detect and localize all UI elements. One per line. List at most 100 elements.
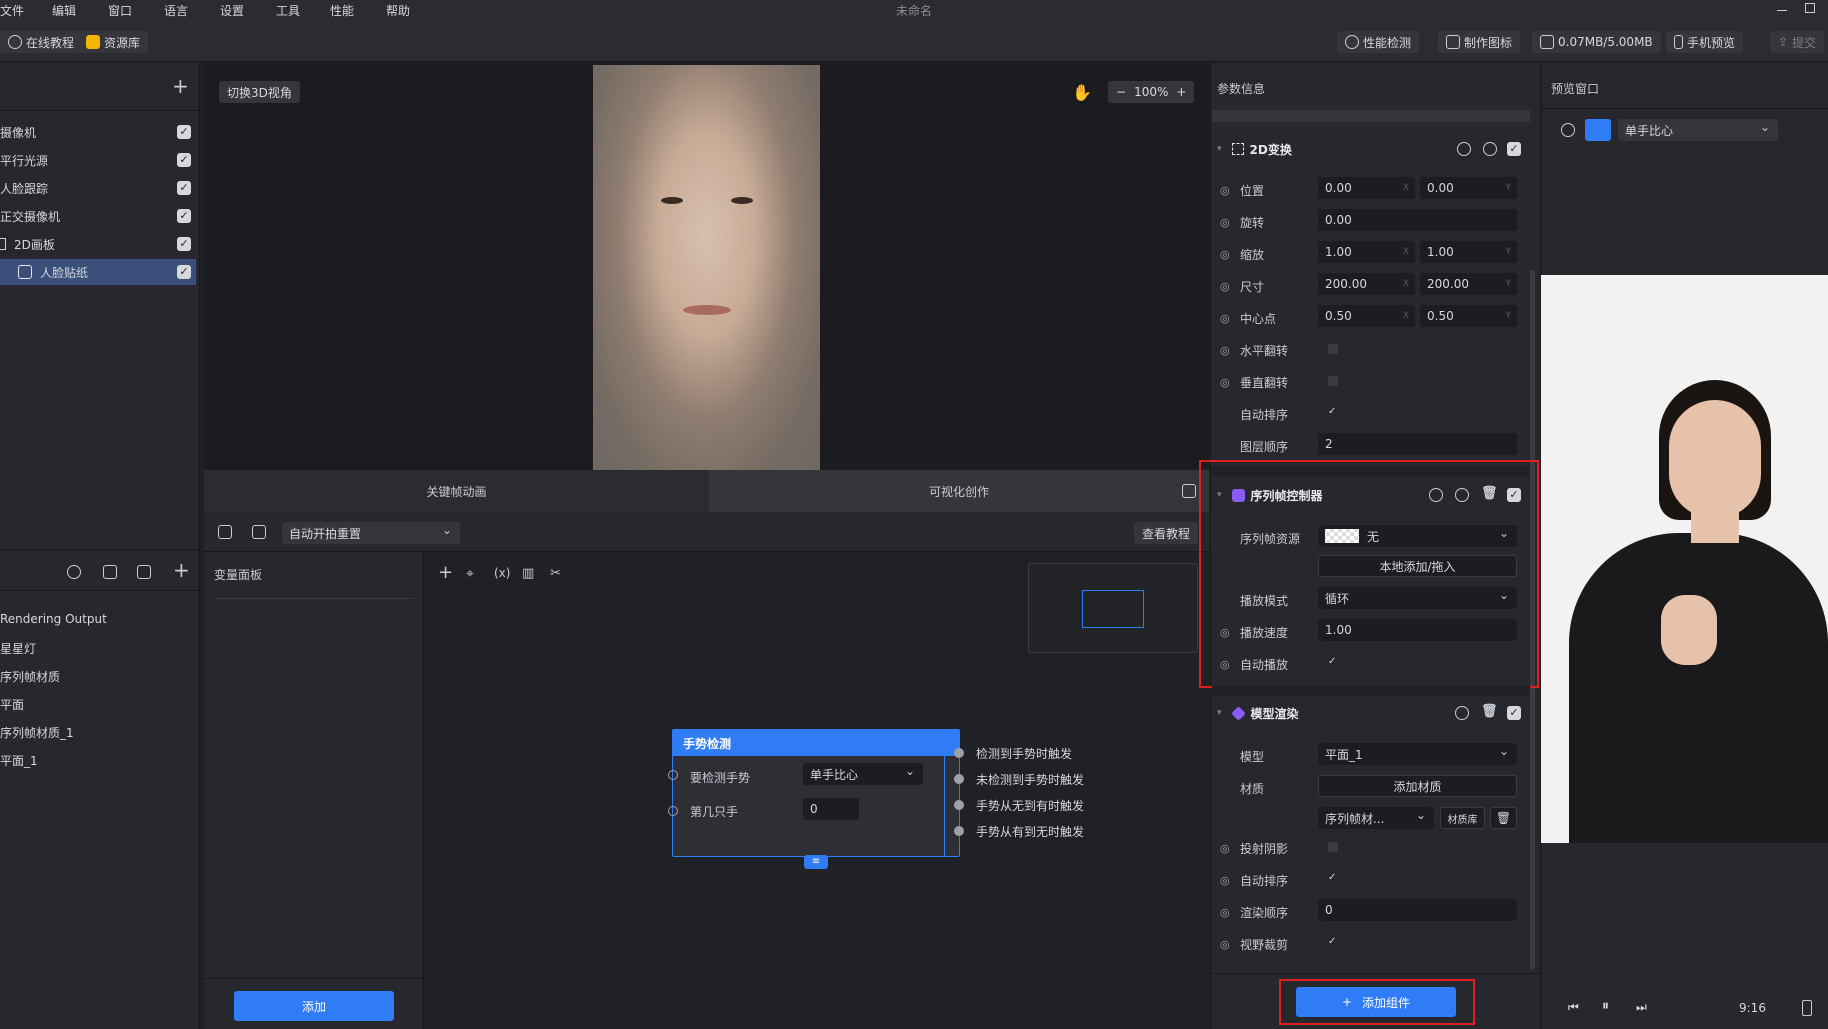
enable-checkbox[interactable]: ✓ xyxy=(1507,142,1521,156)
scale-y-input[interactable]: 1.00 Y xyxy=(1420,241,1517,263)
asset-item[interactable]: 序列帧材质 xyxy=(0,668,60,685)
keyframe-icon[interactable]: ◎ xyxy=(1220,280,1230,293)
node-menu-icon[interactable]: ≡ xyxy=(804,855,828,869)
asset-item[interactable]: Rendering Output xyxy=(0,612,107,626)
pivot-x-input[interactable]: 0.50 X xyxy=(1318,305,1415,327)
aspect-ratio-select[interactable]: 9:16 xyxy=(1739,1001,1766,1015)
keyframe-icon[interactable]: ◎ xyxy=(1220,842,1230,855)
view-tutorial-button[interactable]: 查看教程 xyxy=(1134,522,1199,544)
autosort-checkbox[interactable]: ✓ xyxy=(1328,406,1336,417)
settings-icon[interactable] xyxy=(1455,706,1469,720)
video-mode-icon[interactable] xyxy=(1585,119,1611,141)
asset-item[interactable]: 平面_1 xyxy=(0,752,38,769)
enable-checkbox[interactable]: ✓ xyxy=(1507,706,1521,720)
material-library-button[interactable]: 材质库 xyxy=(1440,807,1485,829)
keyframe-icon[interactable]: ◎ xyxy=(1220,376,1230,389)
popout-icon[interactable] xyxy=(1182,484,1196,498)
zoom-control[interactable]: − 100% + xyxy=(1108,81,1195,103)
device-icon[interactable] xyxy=(1802,1000,1812,1016)
input-port[interactable] xyxy=(668,770,678,780)
keyframe-icon[interactable]: ◎ xyxy=(1220,248,1230,261)
keyframe-icon[interactable]: ◎ xyxy=(1220,344,1230,357)
minimap-viewport[interactable] xyxy=(1082,590,1144,628)
input-port[interactable] xyxy=(668,806,678,816)
rotation-input[interactable]: 0.00 xyxy=(1318,209,1517,231)
delete-icon[interactable]: 🗑 xyxy=(1481,704,1498,719)
output-port[interactable] xyxy=(954,826,964,836)
help-icon[interactable] xyxy=(1457,142,1471,156)
add-asset-icon[interactable]: + xyxy=(173,560,190,580)
hflip-checkbox[interactable] xyxy=(1328,344,1338,354)
gesture-select[interactable]: 单手比心 xyxy=(803,763,923,785)
keyframe-icon[interactable]: ◎ xyxy=(1220,906,1230,919)
hand-index-input[interactable]: 0 xyxy=(803,798,859,820)
vflip-checkbox[interactable] xyxy=(1328,376,1338,386)
hierarchy-item-camera[interactable]: 摄像机 ✓ xyxy=(0,119,196,145)
keyframe-icon[interactable]: ◎ xyxy=(1220,938,1230,951)
cast-shadow-checkbox[interactable] xyxy=(1328,842,1338,852)
culling-checkbox[interactable]: ✓ xyxy=(1328,936,1336,947)
phone-preview-button[interactable]: 手机预览 xyxy=(1666,31,1744,53)
hand-tool-icon[interactable]: ✋ xyxy=(1072,83,1092,102)
position-x-input[interactable]: 0.00 X xyxy=(1318,177,1415,199)
visibility-checkbox[interactable]: ✓ xyxy=(177,153,191,167)
pause-icon[interactable]: ⏸ xyxy=(1602,998,1609,1014)
asset-item[interactable]: 星星灯 xyxy=(0,640,36,657)
scale-x-input[interactable]: 1.00 X xyxy=(1318,241,1415,263)
visibility-checkbox[interactable]: ✓ xyxy=(177,209,191,223)
hierarchy-item-face-track[interactable]: 人脸跟踪 ✓ xyxy=(0,175,196,201)
visibility-checkbox[interactable]: ✓ xyxy=(177,237,191,251)
visibility-checkbox[interactable]: ✓ xyxy=(177,265,191,279)
keyframe-icon[interactable]: ◎ xyxy=(1220,312,1230,325)
add-node-icon[interactable]: + xyxy=(438,564,453,582)
make-icon-button[interactable]: 制作图标 xyxy=(1438,31,1521,53)
hierarchy-item-ortho-camera[interactable]: 正交摄像机 ✓ xyxy=(0,203,196,229)
hierarchy-item-light[interactable]: 平行光源 ✓ xyxy=(0,147,196,173)
material-select[interactable]: 序列帧材... xyxy=(1318,807,1434,829)
visibility-checkbox[interactable]: ✓ xyxy=(177,125,191,139)
size-x-input[interactable]: 200.00 X xyxy=(1318,273,1415,295)
auto-reset-select[interactable]: 自动开拍重置 xyxy=(282,522,460,544)
map-icon[interactable]: ▥ xyxy=(522,566,534,581)
zoom-out-icon[interactable]: − xyxy=(1116,85,1126,99)
package-size-button[interactable]: 0.07MB/5.00MB xyxy=(1532,31,1661,53)
switch-3d-view-button[interactable]: 切换3D视角 xyxy=(219,81,300,103)
model-section-header[interactable]: ▾ 模型渲染 🗑 ✓ xyxy=(1217,696,1533,730)
previous-frame-icon[interactable]: ⏮ xyxy=(1568,1000,1579,1015)
tab-keyframe-animation[interactable]: 关键帧动画 xyxy=(204,470,709,512)
add-object-icon[interactable]: + xyxy=(172,76,189,96)
layer-order-input[interactable]: 2 xyxy=(1318,433,1517,455)
render-order-input[interactable]: 0 xyxy=(1318,899,1517,921)
model-autosort-checkbox[interactable]: ✓ xyxy=(1328,872,1336,883)
asset-library-button[interactable]: 资源库 xyxy=(78,31,149,53)
settings-icon[interactable] xyxy=(1483,142,1497,156)
transform-section-header[interactable]: ▾ 2D变换 ✓ xyxy=(1217,132,1533,166)
model-select[interactable]: 平面_1 xyxy=(1318,743,1517,765)
submit-button[interactable]: ⇪ 提交 xyxy=(1770,31,1825,53)
perf-check-button[interactable]: 性能检测 xyxy=(1337,31,1420,53)
next-frame-icon[interactable]: ⏭ xyxy=(1636,1000,1647,1015)
target-icon[interactable]: ⌖ xyxy=(466,566,474,582)
restore-icon[interactable] xyxy=(1805,3,1815,13)
asset-item[interactable]: 平面 xyxy=(0,696,24,713)
keyframe-icon[interactable]: ◎ xyxy=(1220,184,1230,197)
output-port[interactable] xyxy=(954,800,964,810)
minimize-icon[interactable] xyxy=(1777,10,1787,11)
node-tree-icon[interactable] xyxy=(218,525,232,539)
tab-visual-creation[interactable]: 可视化创作 xyxy=(709,470,1209,512)
output-port[interactable] xyxy=(954,774,964,784)
pivot-y-input[interactable]: 0.50 Y xyxy=(1420,305,1517,327)
layout-icon[interactable] xyxy=(252,525,266,539)
new-file-icon[interactable] xyxy=(103,565,117,579)
variable-icon[interactable]: (x) xyxy=(494,566,510,580)
add-material-button[interactable]: 添加材质 xyxy=(1318,775,1517,797)
hierarchy-item-2d-canvas[interactable]: 2D画板 ✓ xyxy=(0,231,196,257)
gesture-detect-node[interactable]: 手势检测 要检测手势 单手比心 第几只手 0 xyxy=(672,729,960,857)
collapse-icon[interactable]: ▾ xyxy=(1217,708,1222,718)
size-y-input[interactable]: 200.00 Y xyxy=(1420,273,1517,295)
minimap[interactable] xyxy=(1028,563,1198,653)
online-tutorial-button[interactable]: 在线教程 xyxy=(0,31,83,53)
add-variable-button[interactable]: 添加 xyxy=(234,991,394,1021)
material-delete-icon[interactable]: 🗑 xyxy=(1490,807,1517,829)
node-title[interactable]: 手势检测 xyxy=(673,730,959,756)
